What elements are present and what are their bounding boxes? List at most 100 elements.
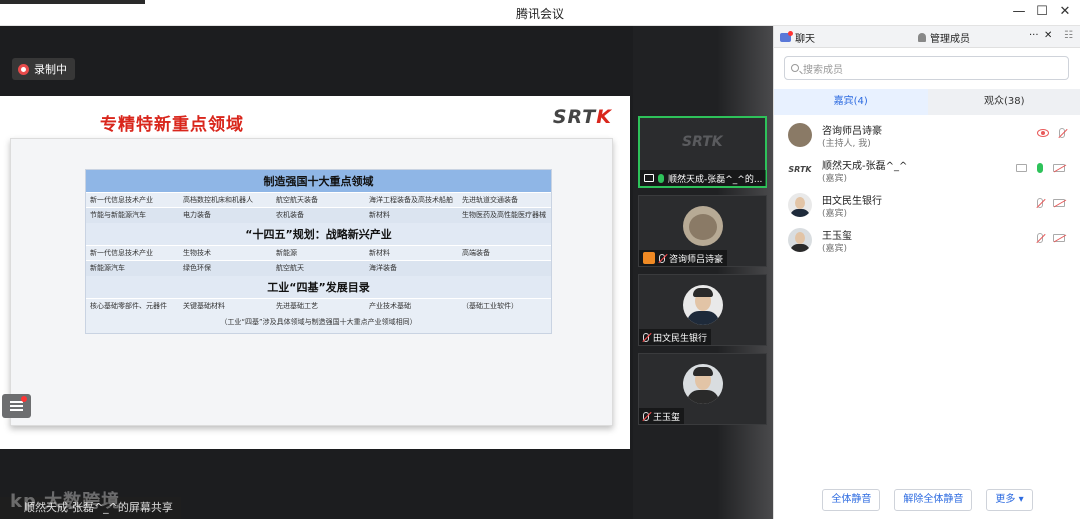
window-title: 腾讯会议 — [515, 7, 564, 21]
recording-label: 录制中 — [34, 63, 67, 76]
view-icon[interactable] — [1037, 129, 1049, 137]
table-row: 新一代信息技术产业 高档数控机床和机器人 航空航天装备 海洋工程装备及高技术船舶… — [86, 192, 551, 207]
avatar-logo: SRTK — [788, 158, 812, 182]
table-cell: 新能源汽车 — [90, 264, 125, 273]
table-cell: （基础工业软件） — [462, 301, 518, 310]
tile-name-bar: 顺然天成-张磊^_^的... — [640, 170, 767, 186]
video-tile[interactable]: 咨询师吕诗豪 — [638, 195, 767, 267]
table-cell: 新一代信息技术产业 — [90, 248, 153, 257]
member-controls — [1016, 163, 1065, 173]
main-stage: 录制中 专精特新重点领域 SRTK 制造强国十大重点领域 新一代信息技术产业 高… — [0, 26, 633, 519]
tab-manage-members[interactable]: 管理成员 — [918, 30, 970, 45]
tab-chat[interactable]: 聊天 — [780, 30, 815, 45]
table-row: 节能与新能源汽车 电力装备 农机装备 新材料 生物医药及高性能医疗器械 — [86, 207, 551, 223]
member-controls — [1037, 128, 1065, 138]
pet-avatar-shape — [689, 214, 717, 240]
mic-on-icon — [658, 173, 664, 183]
notification-dot — [21, 396, 27, 402]
panel-grid-button[interactable]: ☷ — [1064, 30, 1073, 41]
recording-badge[interactable]: 录制中 — [12, 58, 75, 80]
video-tile[interactable]: 王玉玺 — [638, 353, 767, 425]
unmute-all-button[interactable]: 解除全体静音 — [894, 489, 973, 511]
slide-logo-accent: K — [596, 106, 612, 128]
mic-off-icon[interactable] — [1037, 198, 1043, 208]
mic-off-icon[interactable] — [1037, 233, 1043, 243]
tab-audience[interactable]: 观众(38) — [927, 89, 1080, 115]
avatar — [683, 285, 723, 325]
panel-footer: 全体静音 解除全体静音 更多 ▾ — [774, 481, 1080, 519]
table-cell: 新材料 — [369, 211, 390, 220]
camera-off-icon[interactable] — [1053, 164, 1065, 172]
panel-close-button[interactable]: ✕ — [1044, 30, 1052, 41]
member-role: (嘉宾) — [822, 209, 848, 219]
minimize-button[interactable]: — — [1009, 3, 1029, 21]
maximize-button[interactable]: ☐ — [1032, 3, 1052, 21]
table-cell: 高档数控机床和机器人 — [183, 196, 253, 204]
member-role: (主持人, 我) — [822, 139, 871, 149]
panel-tabs: 聊天 管理成员 ··· ✕ ☷ — [774, 26, 1080, 48]
table-cell: 海洋装备 — [369, 264, 397, 273]
avatar-body — [790, 209, 810, 217]
camera-off-icon[interactable] — [1053, 234, 1065, 242]
close-button[interactable]: ✕ — [1055, 3, 1075, 21]
mute-all-button[interactable]: 全体静音 — [822, 489, 881, 511]
table-cell: 新能源 — [276, 248, 297, 257]
avatar — [788, 123, 812, 147]
member-segments: 嘉宾(4) 观众(38) — [774, 89, 1080, 115]
member-name: 田文民生银行 — [822, 196, 882, 207]
member-search[interactable]: 搜索成员 — [784, 56, 1069, 80]
section3-title: 工业“四基”发展目录 — [86, 275, 551, 298]
tile-name: 顺然天成-张磊^_^的... — [668, 174, 763, 185]
user-icon — [918, 33, 926, 42]
search-placeholder: 搜索成员 — [803, 64, 843, 76]
screen-share-icon[interactable] — [1016, 164, 1027, 172]
watermark: kp 大数跨境 — [10, 491, 121, 512]
mic-off-icon — [643, 332, 649, 342]
table-cell: 航空航天 — [276, 264, 304, 273]
mic-off-icon — [643, 411, 649, 421]
member-row[interactable]: 咨询师吕诗豪 (主持人, 我) — [788, 122, 1073, 152]
list-icon — [10, 401, 23, 411]
tile-name: 田文民生银行 — [653, 333, 708, 344]
more-button[interactable]: 更多 ▾ — [986, 489, 1033, 511]
tile-logo: SRTK — [682, 134, 723, 150]
member-name: 王玉玺 — [822, 231, 852, 242]
tab-chat-label: 聊天 — [795, 34, 815, 45]
table-cell: 航空航天装备 — [276, 196, 318, 204]
video-tile[interactable]: SRTK 顺然天成-张磊^_^的... — [638, 116, 767, 188]
mic-on-icon[interactable] — [1037, 163, 1043, 173]
table-note: （工业“四基”涉及具体领域与制造强国十大重点产业领域相同） — [86, 312, 551, 333]
member-row[interactable]: 王玉玺 (嘉宾) — [788, 227, 1073, 257]
title-strip — [0, 0, 145, 4]
avatar — [788, 228, 812, 252]
member-role: (嘉宾) — [822, 174, 848, 184]
table-cell: 核心基础零部件、元器件 — [90, 301, 167, 310]
table-cell: 节能与新能源汽车 — [90, 211, 146, 220]
member-name: 顺然天成-张磊^_^ — [822, 161, 908, 172]
panel-more-button[interactable]: ··· — [1029, 30, 1039, 41]
avatar — [683, 364, 723, 404]
record-icon — [18, 63, 29, 75]
industry-table: 制造强国十大重点领域 新一代信息技术产业 高档数控机床和机器人 航空航天装备 海… — [85, 169, 552, 334]
member-row[interactable]: SRTK 顺然天成-张磊^_^ (嘉宾) — [788, 157, 1073, 187]
table-row: 新一代信息技术产业 生物技术 新能源 新材料 高端装备 — [86, 244, 551, 260]
member-list-button[interactable] — [2, 394, 31, 418]
table-cell: 关键基础材料 — [183, 301, 225, 310]
avatar — [683, 206, 723, 246]
avatar-hair — [693, 288, 713, 297]
table-cell: 产业技术基础 — [369, 301, 411, 310]
mic-off-icon[interactable] — [1059, 128, 1065, 138]
avatar — [788, 193, 812, 217]
avatar-face — [795, 197, 805, 209]
side-panel: 聊天 管理成员 ··· ✕ ☷ 搜索成员 嘉宾(4) 观众(38) 咨询师吕诗豪… — [773, 26, 1080, 519]
camera-off-icon[interactable] — [1053, 199, 1065, 207]
member-row[interactable]: 田文民生银行 (嘉宾) — [788, 192, 1073, 222]
host-icon — [643, 252, 655, 264]
tab-guests[interactable]: 嘉宾(4) — [774, 89, 928, 115]
video-tile[interactable]: 田文民生银行 — [638, 274, 767, 346]
avatar-body — [687, 311, 719, 325]
member-name: 咨询师吕诗豪 — [822, 126, 882, 137]
table-row: 核心基础零部件、元器件 关键基础材料 先进基础工艺 产业技术基础 （基础工业软件… — [86, 297, 551, 313]
tile-name-bar: 田文民生银行 — [639, 329, 712, 345]
slide-logo: SRTK — [553, 106, 612, 128]
